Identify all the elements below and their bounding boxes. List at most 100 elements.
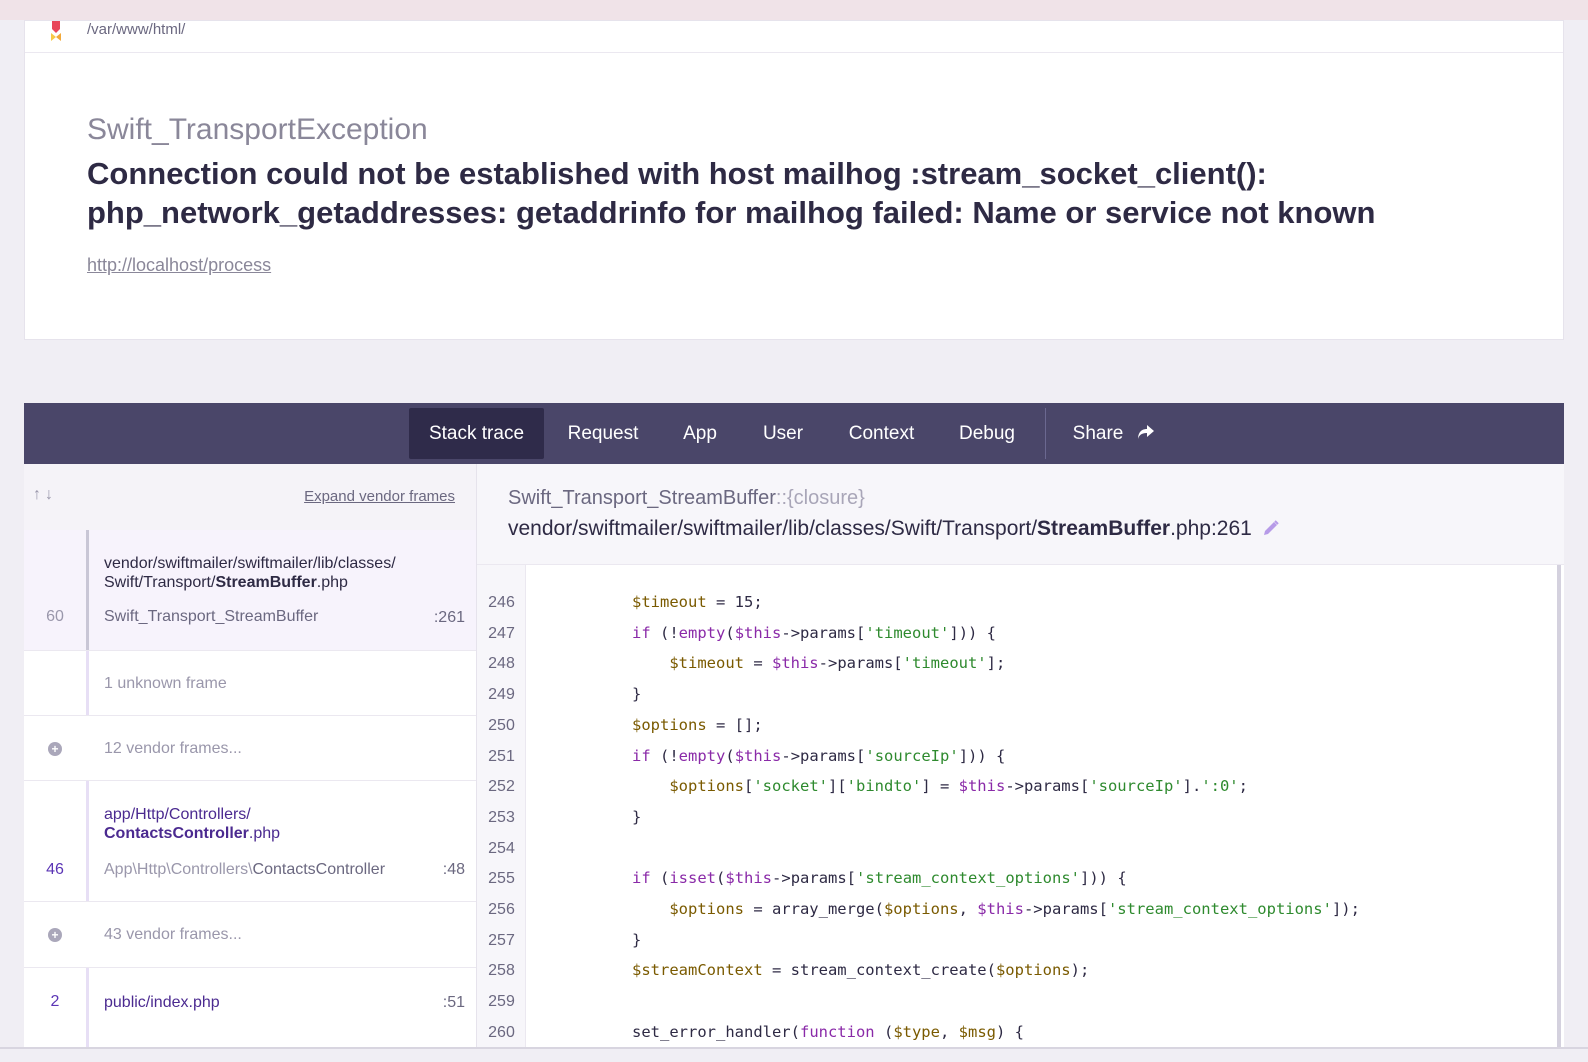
frames-header: ↑↓ Expand vendor frames	[24, 464, 476, 530]
error-header-card: /var/www/html/ Swift_TransportException …	[24, 20, 1564, 340]
bottom-divider	[0, 1047, 1588, 1049]
line-number: 249	[488, 686, 515, 704]
frame-file: vendor/swiftmailer/swiftmailer/lib/class…	[104, 555, 396, 591]
tab-bar: Stack trace Request App User Context Deb…	[24, 403, 1564, 464]
code-line: 246 $timeout = 15;	[477, 587, 1564, 618]
code-viewer-panel: Swift_Transport_StreamBuffer::{closure} …	[477, 464, 1564, 1048]
expand-plus-icon[interactable]: +	[48, 928, 62, 942]
frame-class: Swift_Transport_StreamBuffer	[104, 608, 319, 625]
vendor-frames-label: 43 vendor frames...	[104, 926, 242, 943]
line-number: 258	[488, 962, 515, 980]
code-line: 248 $timeout = $this->params['timeout'];	[477, 648, 1564, 679]
code-viewer-header: Swift_Transport_StreamBuffer::{closure} …	[477, 464, 1564, 565]
code-line: 258 $streamContext = stream_context_creat…	[477, 955, 1564, 986]
frame-file-path: vendor/swiftmailer/swiftmailer/lib/class…	[508, 517, 1280, 541]
line-number: 255	[488, 870, 515, 888]
tab-share[interactable]: Share	[1064, 408, 1164, 459]
tab-request[interactable]: Request	[554, 408, 652, 459]
expand-plus-icon[interactable]: +	[48, 742, 62, 756]
frame-line: :261	[433, 609, 465, 626]
frame-bar	[86, 968, 89, 1048]
stack-frame-60[interactable]: 60 vendor/swiftmailer/swiftmailer/lib/cl…	[24, 530, 476, 651]
frame-bar	[86, 651, 89, 715]
frame-file: public/index.php	[104, 994, 220, 1011]
line-number: 248	[488, 655, 515, 673]
code-line: 252 $options['socket']['bindto'] = $this…	[477, 771, 1564, 802]
code-line: 254	[477, 833, 1564, 864]
frame-number: 2	[50, 993, 60, 1010]
code-line: 251 if (!empty($this->params['sourceIp'])…	[477, 741, 1564, 772]
line-number: 251	[488, 747, 515, 765]
line-number: 253	[488, 808, 515, 826]
frame-nav-arrows-icon[interactable]: ↑↓	[33, 486, 57, 504]
line-number: 246	[488, 594, 515, 611]
code-text: $timeout = 15;	[632, 593, 763, 611]
code-line: 247 if (!empty($this->params['timeout']))…	[477, 618, 1564, 649]
app-path: /var/www/html/	[87, 21, 186, 38]
stack-frame-46[interactable]: 46 app/Http/Controllers/ContactsControll…	[24, 781, 476, 902]
code-line: 257}	[477, 925, 1564, 956]
code-scrollbar[interactable]	[1557, 565, 1561, 1048]
share-arrow-icon	[1138, 425, 1155, 439]
frame-line: :51	[442, 994, 465, 1011]
code-text: set_error_handler(function ($type, $msg)…	[632, 1022, 1024, 1041]
frame-bar	[86, 781, 89, 901]
path-bar: /var/www/html/	[25, 21, 1563, 53]
exception-message: Connection could not be established with…	[87, 156, 1376, 230]
frame-line: :48	[442, 861, 465, 878]
code-line: 256 $options = array_merge($options, $th…	[477, 894, 1564, 925]
request-url-link[interactable]: http://localhost/process	[87, 255, 271, 276]
line-number: 257	[488, 931, 515, 949]
frame-file: app/Http/Controllers/ContactsController.…	[104, 806, 281, 842]
line-number: 250	[488, 716, 515, 734]
tab-context[interactable]: Context	[834, 408, 929, 459]
code-text: }	[632, 685, 642, 704]
code-text: if (!empty($this->params['sourceIp'])) {	[632, 746, 1006, 765]
line-number: 252	[488, 778, 515, 796]
frame-method: Swift_Transport_StreamBuffer::{closure}	[508, 487, 865, 509]
code-text: $timeout = $this->params['timeout'];	[669, 654, 1006, 673]
unknown-frame-row: 1 unknown frame	[24, 651, 476, 716]
line-number: 259	[488, 993, 515, 1011]
code-line: 255 if (isset($this->params['stream_conte…	[477, 863, 1564, 894]
code-line: 253}	[477, 802, 1564, 833]
exception-class: Swift_TransportException	[87, 113, 428, 146]
share-label: Share	[1072, 423, 1124, 444]
line-number: 247	[488, 624, 515, 642]
vendor-frames-group[interactable]: + 43 vendor frames...	[24, 902, 476, 968]
vendor-frames-group[interactable]: + 12 vendor frames...	[24, 716, 476, 781]
tab-user[interactable]: User	[751, 408, 815, 459]
stack-frames-panel: ↑↓ Expand vendor frames 60 vendor/swiftm…	[24, 464, 477, 1048]
code-text: if (!empty($this->params['timeout'])) {	[632, 623, 997, 642]
frame-number: 60	[46, 608, 64, 625]
code-text: $options = [];	[632, 715, 763, 734]
line-number: 256	[488, 901, 515, 918]
expand-vendor-frames-link[interactable]: Expand vendor frames	[304, 488, 455, 505]
code-text: $options['socket']['bindto'] = $this->pa…	[669, 777, 1248, 796]
tab-debug[interactable]: Debug	[946, 408, 1028, 459]
code-text: $options = array_merge($options, $this->…	[669, 900, 1360, 918]
ignition-logo-icon	[51, 21, 61, 41]
tab-app[interactable]: App	[669, 408, 731, 459]
stack-frame-2[interactable]: 2 public/index.php :51	[24, 968, 476, 1048]
tab-stack-trace[interactable]: Stack trace	[409, 408, 544, 459]
code-line: 260 set_error_handler(function ($type, $m…	[477, 1017, 1564, 1048]
frame-number: 46	[46, 861, 64, 878]
code-snippet: 246 $timeout = 15; 247 if (!empty($this->pa…	[477, 565, 1564, 1048]
line-number: 254	[488, 839, 515, 857]
frame-class: App\Http\Controllers\ContactsController	[104, 861, 386, 878]
code-text: }	[632, 930, 642, 949]
frame-bar	[86, 530, 89, 650]
line-number: 260	[488, 1023, 515, 1041]
code-line: 249}	[477, 679, 1564, 710]
code-line: 259	[477, 986, 1564, 1017]
code-text: $streamContext = stream_context_create($…	[632, 961, 1090, 980]
edit-pencil-icon[interactable]	[1262, 519, 1280, 537]
tab-separator	[1045, 408, 1046, 459]
code-line: 250 $options = [];	[477, 710, 1564, 741]
code-text: if (isset($this->params['stream_context_…	[632, 869, 1127, 888]
code-text: }	[632, 807, 642, 826]
browser-top-strip	[0, 0, 1588, 20]
unknown-frame-label: 1 unknown frame	[104, 675, 227, 692]
vendor-frames-label: 12 vendor frames...	[104, 740, 242, 757]
